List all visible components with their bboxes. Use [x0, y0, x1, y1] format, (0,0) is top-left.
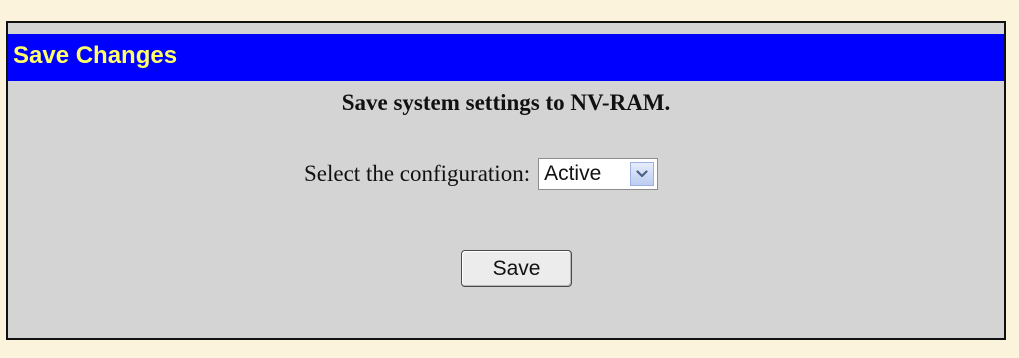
save-button[interactable]: Save — [461, 250, 572, 287]
config-label: Select the configuration: — [304, 161, 531, 186]
save-heading: Save system settings to NV-RAM. — [341, 90, 671, 115]
config-row: Select the configuration: Active — [304, 157, 659, 191]
configuration-select[interactable]: Active — [538, 158, 659, 190]
title-bar: Save Changes — [8, 34, 1004, 81]
chevron-down-icon[interactable] — [630, 162, 655, 186]
page-title: Save Changes — [13, 42, 178, 69]
save-changes-panel: Save Changes Save system settings to NV-… — [6, 21, 1006, 340]
configuration-select-value: Active — [544, 162, 602, 185]
